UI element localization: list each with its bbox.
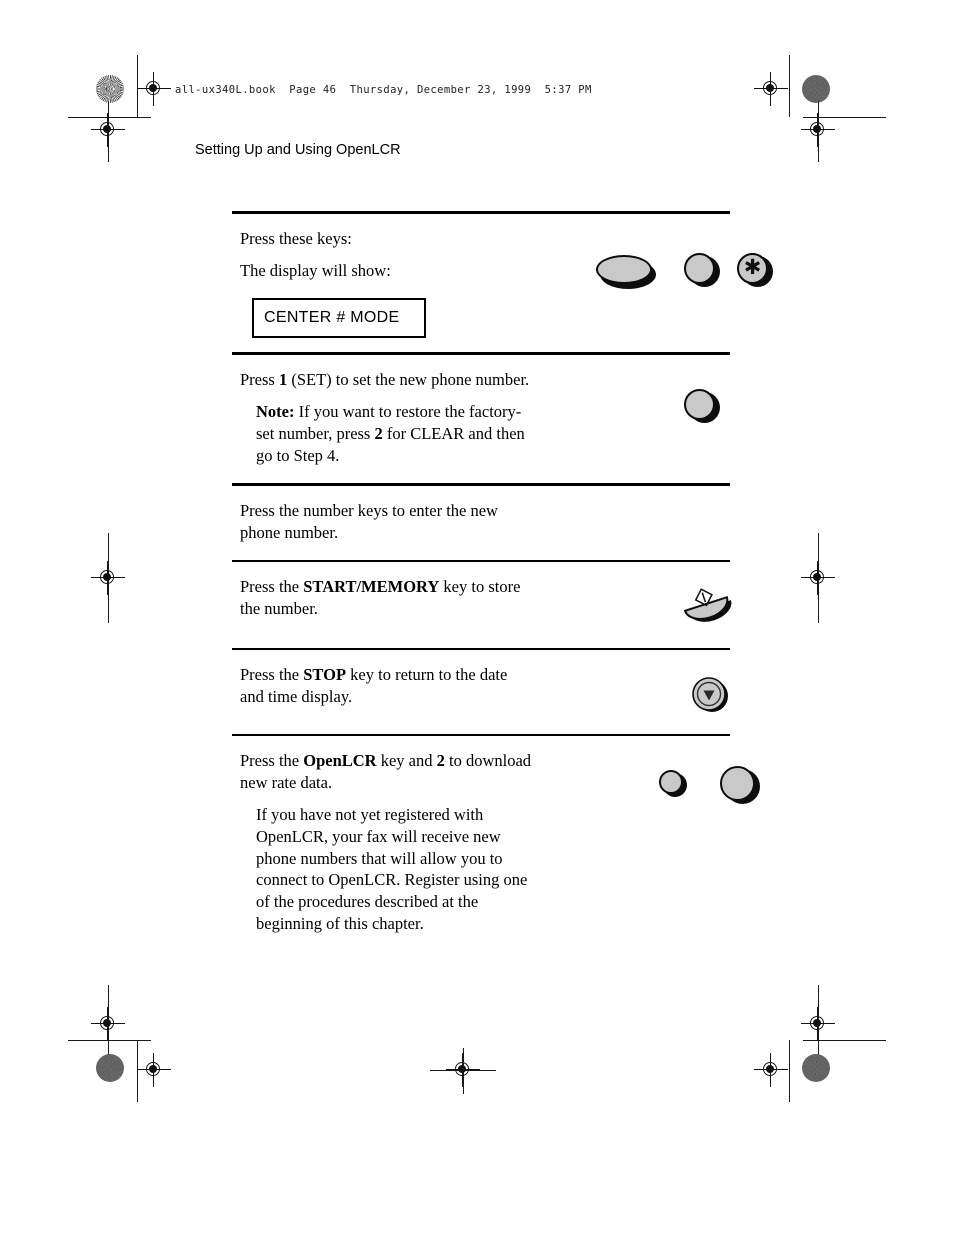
key-label-2: 2 xyxy=(436,750,445,770)
registration-target-bottom-right-lower xyxy=(754,1053,788,1087)
step-instruction: Press the OpenLCR key and 2 to download … xyxy=(240,750,532,794)
step-text: Press these keys: The display will show:… xyxy=(232,214,532,352)
text-mid: key and xyxy=(376,750,437,770)
step-text: Press the OpenLCR key and 2 to download … xyxy=(232,736,532,952)
step-enter-number: Press the number keys to enter the new p… xyxy=(232,486,730,560)
step-key-illustrations xyxy=(532,355,730,424)
step-note: If you have not yet registered with Open… xyxy=(256,804,528,934)
step-key-illustrations xyxy=(532,562,732,622)
registration-target-bottom-left-upper xyxy=(91,1007,125,1041)
registration-target-mid-left xyxy=(91,561,125,595)
step-text: Press the number keys to enter the new p… xyxy=(232,486,532,560)
text-prefix: Press the xyxy=(240,576,304,596)
step-center-number-mode: Press these keys: The display will show:… xyxy=(232,214,773,352)
step-stop: Press the STOP key to return to the date… xyxy=(232,650,730,734)
lcd-display-box: CENTER # MODE xyxy=(252,297,426,339)
crop-line-left-vertical xyxy=(137,55,138,117)
round-key-icon xyxy=(684,253,720,289)
registration-burst-top-left xyxy=(96,75,124,103)
registration-burst-bottom-right xyxy=(802,1054,830,1082)
crop-line-right-upper-vertical xyxy=(818,100,819,162)
registration-target-bottom-center xyxy=(446,1053,480,1087)
function-oval-key-icon xyxy=(596,255,656,289)
round-key-icon xyxy=(684,389,720,425)
key-label-start-memory: START/MEMORY xyxy=(303,576,440,596)
crop-line-left-mid-vertical xyxy=(108,533,109,623)
step-key-illustrations xyxy=(532,736,760,804)
text-prefix: Press the xyxy=(240,664,304,684)
step-key-illustrations xyxy=(532,650,730,712)
page-title: Setting Up and Using OpenLCR xyxy=(195,142,401,158)
step-instruction: Press the number keys to enter the new p… xyxy=(240,500,498,542)
crop-line-right-vertical xyxy=(789,55,790,117)
step-press-1-set: Press 1 (SET) to set the new phone numbe… xyxy=(232,355,730,483)
step-key-illustrations xyxy=(532,486,730,496)
step-key-illustrations: ✱ xyxy=(532,214,773,289)
registration-target-bottom-right-upper xyxy=(801,1007,835,1041)
key-label-1: 1 xyxy=(278,370,288,390)
note-label: Note: xyxy=(256,402,295,422)
step-start-memory: Press the START/MEMORY key to store the … xyxy=(232,562,732,648)
crop-line-left-upper-vertical xyxy=(108,100,109,162)
step-instruction: Press 1 (SET) to set the new phone numbe… xyxy=(240,369,532,391)
crop-line-bottom-left-horizontal xyxy=(68,1040,151,1041)
crop-line-bottom-center-horizontal xyxy=(430,1070,496,1071)
registration-target-top-left-inner xyxy=(137,72,171,106)
step-instruction: Press the STOP key to return to the date… xyxy=(240,664,532,708)
crop-line-bottom-right-horizontal xyxy=(803,1040,886,1041)
text-prefix: Press xyxy=(240,370,279,390)
crop-line-left-vertical-lower xyxy=(137,1040,138,1102)
registration-target-mid-right xyxy=(801,561,835,595)
small-round-key-icon xyxy=(659,769,687,798)
crop-line-top-left-horizontal xyxy=(68,117,151,118)
key-label-stop: STOP xyxy=(303,664,347,684)
crop-line-right-mid-vertical xyxy=(818,533,819,623)
instruction-steps-table: Press these keys: The display will show:… xyxy=(232,211,773,952)
registration-burst-top-right xyxy=(802,75,830,103)
registration-target-top-right-outer xyxy=(801,113,835,147)
step-text: Press the START/MEMORY key to store the … xyxy=(232,562,532,636)
asterisk-key-icon: ✱ xyxy=(737,253,773,289)
registration-target-bottom-left-lower xyxy=(137,1053,171,1087)
stop-key-icon xyxy=(690,675,728,713)
text-suffix: (SET) to set the new phone number. xyxy=(287,370,530,390)
registration-target-top-right-inner xyxy=(754,72,788,106)
crop-line-top-right-horizontal xyxy=(803,117,886,118)
step-openlcr-download: Press the OpenLCR key and 2 to download … xyxy=(232,736,760,952)
crop-line-right-vertical-lower xyxy=(789,1040,790,1102)
step-line-display-shows: The display will show: xyxy=(240,260,391,280)
crop-line-right-lower-vertical xyxy=(818,985,819,1055)
registration-burst-bottom-left xyxy=(96,1054,124,1082)
step-text: Press the STOP key to return to the date… xyxy=(232,650,532,724)
start-memory-key-icon xyxy=(678,584,732,626)
book-file-stamp: all-ux340L.book Page 46 Thursday, Decemb… xyxy=(175,84,592,96)
key-label-2: 2 xyxy=(374,424,383,444)
step-text: Press 1 (SET) to set the new phone numbe… xyxy=(232,355,532,483)
crop-line-bottom-center-vertical xyxy=(463,1048,464,1094)
text-prefix: Press the xyxy=(240,750,304,770)
step-line-press-keys: Press these keys: xyxy=(240,229,352,248)
step-note: Note: If you want to restore the factory… xyxy=(256,401,532,467)
registration-target-top-left-outer xyxy=(91,113,125,147)
step-instruction: Press the START/MEMORY key to store the … xyxy=(240,576,532,620)
key-label-openlcr: OpenLCR xyxy=(303,750,377,770)
large-round-key-icon xyxy=(720,765,760,806)
crop-line-left-lower-vertical xyxy=(108,985,109,1055)
